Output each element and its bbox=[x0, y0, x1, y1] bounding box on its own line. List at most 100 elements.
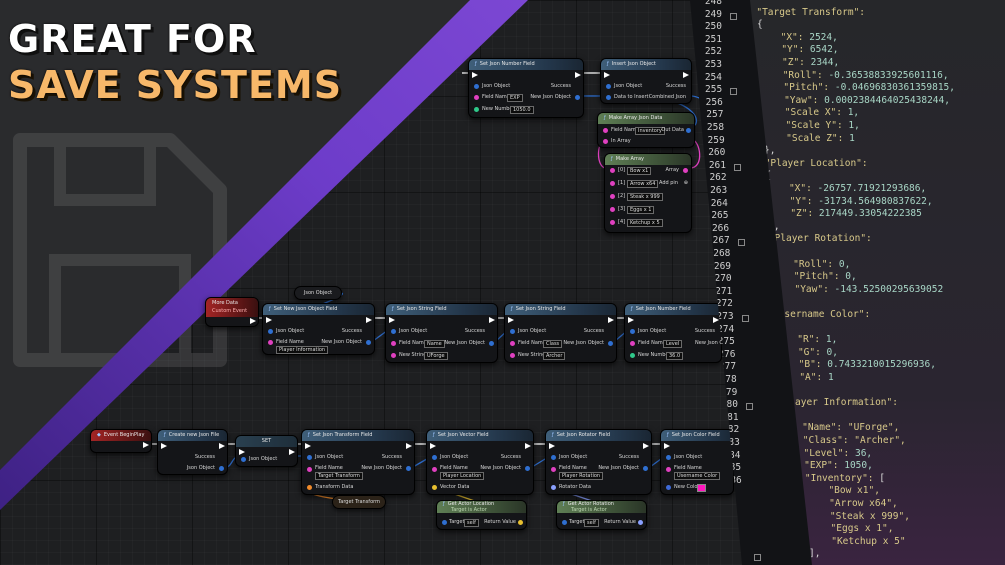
exec-in-pin[interactable] bbox=[508, 317, 514, 323]
fold-toggle-icon[interactable] bbox=[730, 12, 737, 20]
json-object-pin[interactable] bbox=[666, 455, 671, 460]
new-number-input[interactable]: 1050.0 bbox=[510, 106, 534, 114]
rotator-data-pin[interactable] bbox=[551, 485, 556, 490]
field-name-input[interactable]: Level bbox=[663, 340, 683, 348]
field-name-pin[interactable] bbox=[474, 95, 479, 100]
new-json-object-pin[interactable] bbox=[366, 340, 371, 345]
field-name-pin[interactable] bbox=[432, 467, 437, 472]
field-name-pin[interactable] bbox=[391, 341, 396, 346]
exec-in-pin[interactable] bbox=[549, 443, 555, 449]
array-out-pin[interactable] bbox=[683, 168, 688, 173]
array-item-pin[interactable] bbox=[610, 181, 615, 186]
exec-out-pin[interactable] bbox=[575, 72, 581, 78]
array-item-input[interactable]: Arrow x64 bbox=[627, 180, 659, 188]
exec-in-pin[interactable] bbox=[604, 72, 610, 78]
exec-out-pin[interactable] bbox=[289, 449, 295, 455]
return-value-pin[interactable] bbox=[518, 520, 523, 525]
fold-toggle-icon[interactable] bbox=[741, 315, 749, 322]
out-data-pin[interactable] bbox=[686, 128, 691, 133]
json-object-pin[interactable] bbox=[630, 329, 635, 334]
json-object-pin[interactable] bbox=[551, 455, 556, 460]
exec-in-pin[interactable] bbox=[305, 443, 311, 449]
target-input[interactable]: self bbox=[464, 519, 479, 527]
new-number-input[interactable]: 36.0 bbox=[666, 352, 684, 360]
json-object-pin[interactable] bbox=[474, 84, 479, 89]
new-json-object-pin[interactable] bbox=[643, 466, 648, 471]
array-item-pin[interactable] bbox=[610, 194, 615, 199]
array-item-pin[interactable] bbox=[610, 207, 615, 212]
set-json-number-field-node[interactable]: ƒ Set Json Number Field Success Json Obje… bbox=[468, 58, 584, 118]
field-name-input[interactable]: EXP bbox=[507, 94, 523, 102]
target-pin[interactable] bbox=[562, 520, 567, 525]
field-name-pin[interactable] bbox=[630, 341, 635, 346]
new-string-pin[interactable] bbox=[391, 353, 396, 358]
exec-in-pin[interactable] bbox=[161, 443, 167, 449]
array-item-input[interactable]: Ketchup x 5 bbox=[627, 219, 663, 227]
target-transform-variable[interactable]: Target Transform bbox=[332, 495, 386, 509]
json-object-pin[interactable] bbox=[510, 329, 515, 334]
field-name-input[interactable]: Player Location bbox=[440, 472, 485, 480]
exec-out-pin[interactable] bbox=[608, 317, 614, 323]
field-name-input[interactable]: Class bbox=[543, 340, 563, 348]
make-array-node[interactable]: ƒ Make Array Array Add pin ⊕ [0] Bow x1 [… bbox=[604, 153, 692, 233]
target-pin[interactable] bbox=[442, 520, 447, 525]
exec-out-pin[interactable] bbox=[366, 317, 372, 323]
data-to-insert-pin[interactable] bbox=[606, 95, 611, 100]
set-json-transform-field-node[interactable]: ƒ Set Json Transform Field Json Object Su… bbox=[301, 429, 415, 495]
event-begin-play-node[interactable]: ◆ Event BeginPlay bbox=[90, 429, 152, 453]
more-data-event-node[interactable]: More Data Custom Event bbox=[205, 297, 259, 327]
field-name-input[interactable]: Player Information bbox=[276, 346, 329, 354]
target-input[interactable]: self bbox=[584, 519, 599, 527]
fold-toggle-icon[interactable] bbox=[730, 88, 738, 96]
field-name-input[interactable]: Target Transform bbox=[315, 472, 363, 480]
exec-out-pin[interactable] bbox=[406, 443, 412, 449]
new-string-input[interactable]: Archer bbox=[543, 352, 566, 360]
insert-json-object-node[interactable]: ƒ Insert Json Object Json Object Success … bbox=[600, 58, 692, 104]
field-name-input[interactable]: Name bbox=[424, 340, 445, 348]
json-code-editor[interactable]: 248 249 250 251 252 253 254 255 256 257 258 259 260 2… bbox=[690, 0, 1005, 565]
exec-out-pin[interactable] bbox=[713, 317, 719, 323]
set-json-color-field-node[interactable]: ƒ Set Json Color Field Json Object Field … bbox=[660, 429, 734, 495]
new-color-swatch[interactable] bbox=[697, 484, 706, 492]
create-new-json-file-node[interactable]: ƒ Create new Json File Success Json Objec… bbox=[157, 429, 228, 475]
make-array-json-data-node[interactable]: ƒ Make Array Json Data Field Name Invento… bbox=[597, 112, 695, 148]
set-json-string-field-name-node[interactable]: ƒ Set Json String Field Json Object Succe… bbox=[385, 303, 498, 363]
fold-toggle-icon[interactable] bbox=[737, 239, 745, 247]
get-actor-rotation-node[interactable]: ƒ Get Actor Rotation Target is Actor Targ… bbox=[556, 500, 647, 530]
exec-out-pin[interactable] bbox=[525, 443, 531, 449]
exec-in-pin[interactable] bbox=[389, 317, 395, 323]
set-json-number-field-level-node[interactable]: ƒ Set Json Number Field Json Object Succe… bbox=[624, 303, 736, 363]
add-pin-icon[interactable]: ⊕ bbox=[684, 180, 688, 187]
json-object-out-pin[interactable] bbox=[219, 466, 224, 471]
field-name-pin[interactable] bbox=[603, 128, 608, 133]
new-number-pin[interactable] bbox=[474, 107, 479, 112]
vector-data-pin[interactable] bbox=[432, 485, 437, 490]
blueprint-graph-canvas[interactable]: GREAT FOR SAVE SYSTEMS ƒ Set Json Number… bbox=[0, 0, 1005, 565]
new-color-pin[interactable] bbox=[666, 485, 671, 490]
json-object-pin[interactable] bbox=[606, 84, 611, 89]
json-object-pin[interactable] bbox=[391, 329, 396, 334]
array-item-input[interactable]: Eggs x 1 bbox=[627, 206, 655, 214]
exec-in-pin[interactable] bbox=[266, 317, 272, 323]
exec-in-pin[interactable] bbox=[628, 317, 634, 323]
new-json-object-pin[interactable] bbox=[575, 95, 580, 100]
exec-in-pin[interactable] bbox=[472, 72, 478, 78]
set-new-json-object-field-node[interactable]: ƒ Set New Json Object Field Json Object S… bbox=[262, 303, 375, 355]
transform-data-pin[interactable] bbox=[307, 485, 312, 490]
exec-in-pin[interactable] bbox=[430, 443, 436, 449]
fold-toggle-icon[interactable] bbox=[753, 554, 761, 562]
in-array-pin[interactable] bbox=[603, 139, 608, 144]
return-value-pin[interactable] bbox=[638, 520, 643, 525]
fold-toggle-icon[interactable] bbox=[746, 403, 754, 411]
json-object-pin[interactable] bbox=[307, 455, 312, 460]
set-variable-node[interactable]: SET Json Object bbox=[235, 435, 298, 467]
new-json-object-pin[interactable] bbox=[406, 466, 411, 471]
add-pin-label[interactable]: Add pin bbox=[659, 180, 678, 187]
exec-out-pin[interactable] bbox=[683, 72, 689, 78]
field-name-pin[interactable] bbox=[307, 467, 312, 472]
field-name-pin[interactable] bbox=[268, 340, 273, 345]
array-item-input[interactable]: Steak x 999 bbox=[627, 193, 663, 201]
new-json-object-pin[interactable] bbox=[608, 341, 613, 346]
array-item-input[interactable]: Bow x1 bbox=[627, 167, 652, 175]
new-string-input[interactable]: UForge bbox=[424, 352, 448, 360]
